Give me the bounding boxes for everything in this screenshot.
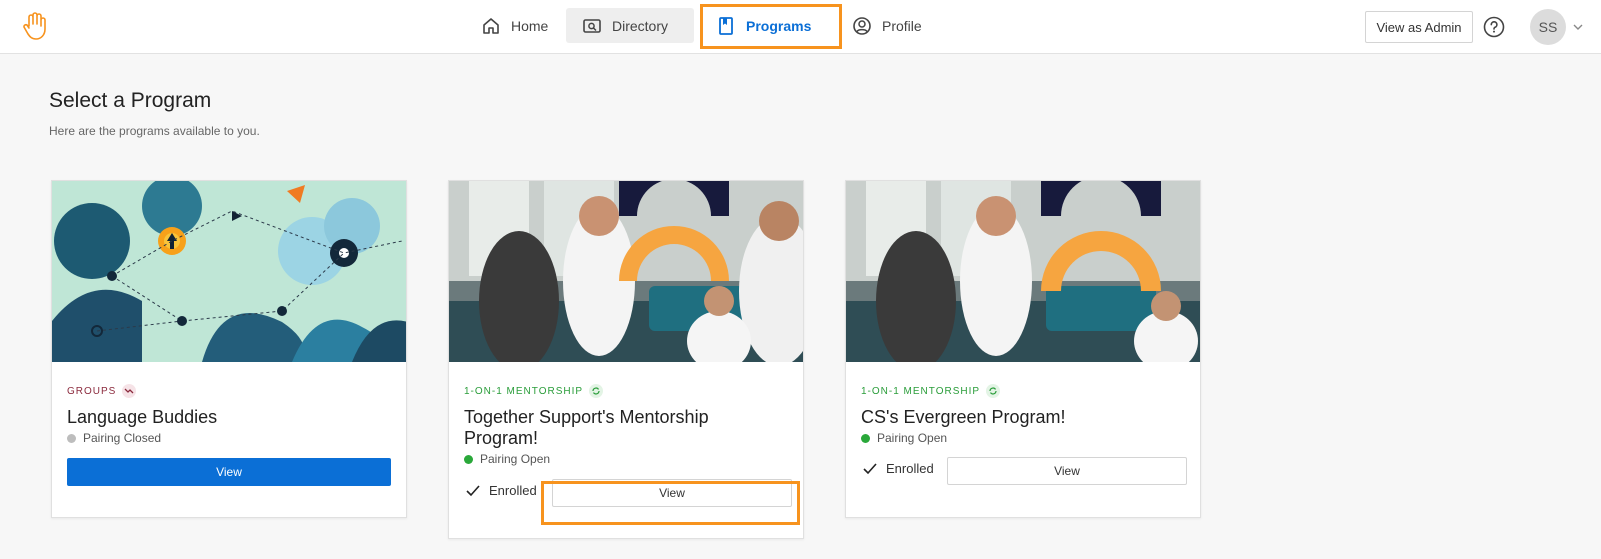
pairing-status-label: Pairing Open (877, 431, 948, 445)
program-type-label: 1-ON-1 MENTORSHIP (861, 385, 981, 397)
program-card-together-support: 1-ON-1 MENTORSHIP Together Support's Men… (448, 180, 804, 539)
view-program-button[interactable]: View (947, 457, 1187, 485)
page-title: Select a Program (49, 89, 212, 112)
program-title: Language Buddies (67, 407, 218, 427)
program-image (846, 181, 1200, 362)
checkmark-icon (466, 484, 480, 496)
avatar[interactable]: SS (1530, 9, 1566, 45)
program-title: Together Support's Mentorship Program! (464, 407, 709, 448)
pairing-status-label: Pairing Closed (83, 431, 162, 445)
avatar-initials: SS (1538, 19, 1558, 35)
pairing-status-label: Pairing Open (480, 452, 551, 466)
pairing-status: Pairing Open (464, 452, 550, 466)
refresh-icon (986, 384, 1001, 398)
program-card-cs-evergreen: 1-ON-1 MENTORSHIP CS's Evergreen Program… (845, 180, 1201, 518)
chevron-down-icon[interactable] (1571, 20, 1585, 34)
profile-icon (853, 16, 871, 35)
view-program-button[interactable]: View (552, 479, 792, 507)
status-dot-icon (464, 454, 473, 464)
enrolled-indicator: Enrolled (863, 461, 934, 476)
program-type-tag: 1-ON-1 MENTORSHIP (464, 384, 604, 398)
checkmark-icon (863, 462, 877, 474)
nav-home[interactable]: Home (465, 8, 564, 43)
status-dot-icon (861, 433, 870, 443)
home-icon (483, 17, 499, 34)
hand-logo-icon[interactable] (22, 12, 48, 40)
enrolled-label: Enrolled (886, 461, 934, 476)
pairing-status: Pairing Open (861, 431, 947, 445)
page-subtitle: Here are the programs available to you. (49, 124, 260, 138)
view-as-admin-button[interactable]: View as Admin (1365, 11, 1473, 43)
program-card-language-buddies: GROUPS Language Buddies Pairing Closed V… (51, 180, 407, 518)
nav-programs[interactable]: Programs (700, 8, 827, 43)
help-icon[interactable] (1483, 16, 1505, 38)
nav-programs-label: Programs (746, 17, 812, 34)
nav-home-label: Home (511, 17, 549, 34)
nav-profile-label: Profile (882, 17, 922, 34)
nav-directory[interactable]: Directory (566, 8, 694, 43)
refresh-icon (589, 384, 604, 398)
program-type-tag: GROUPS (67, 384, 137, 398)
program-type-tag: 1-ON-1 MENTORSHIP (861, 384, 1001, 398)
view-program-button[interactable]: View (67, 458, 391, 486)
enrolled-indicator: Enrolled (466, 483, 537, 498)
enrolled-label: Enrolled (489, 483, 537, 498)
program-type-label: 1-ON-1 MENTORSHIP (464, 385, 584, 397)
top-navigation-bar: Home Directory Programs Profile View as … (0, 0, 1601, 54)
program-title: CS's Evergreen Program! (861, 407, 1066, 427)
status-dot-icon (67, 433, 76, 443)
program-type-label: GROUPS (67, 385, 117, 397)
directory-icon (583, 18, 601, 33)
program-image (449, 181, 803, 362)
nav-directory-label: Directory (612, 17, 669, 34)
pairing-status: Pairing Closed (67, 431, 161, 445)
trend-icon (122, 384, 137, 398)
program-image (52, 181, 406, 362)
book-icon (719, 16, 733, 35)
nav-profile[interactable]: Profile (836, 8, 938, 43)
